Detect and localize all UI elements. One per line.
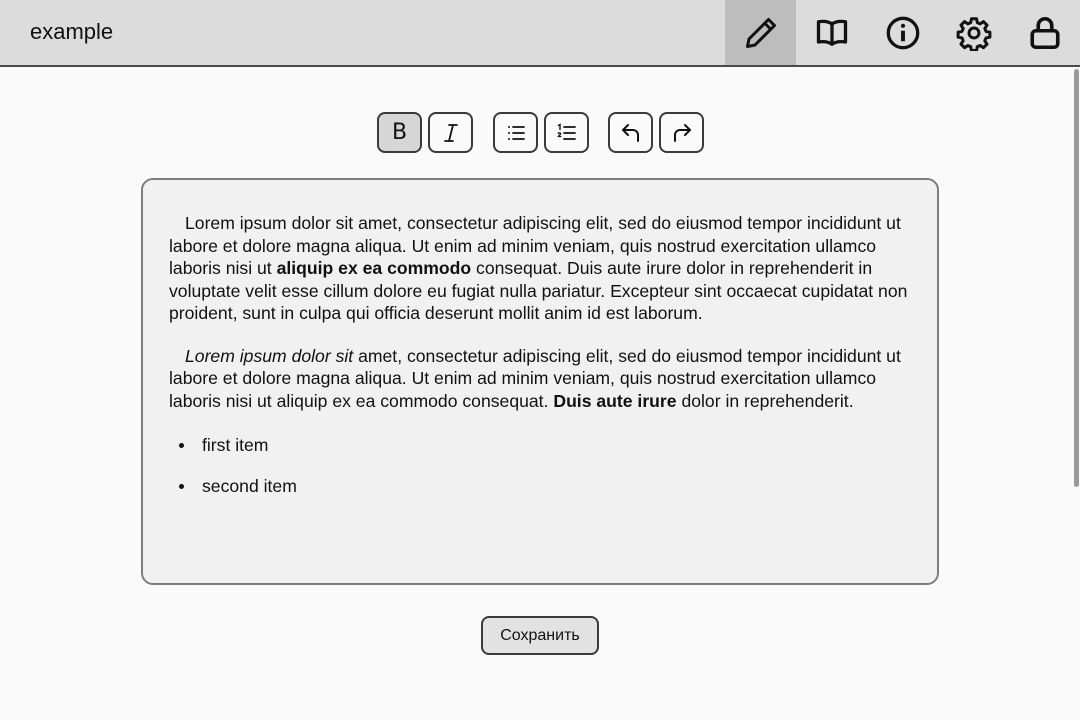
list-item: first item xyxy=(169,434,913,456)
italic-button[interactable] xyxy=(428,112,473,153)
editor-paragraph: Lorem ipsum dolor sit amet, consectetur … xyxy=(169,345,913,413)
paragraph-text: dolor in reprehenderit. xyxy=(676,390,854,411)
bold-text: aliquip ex ea commodo xyxy=(276,258,472,278)
gear-icon xyxy=(956,16,991,51)
text-editor[interactable]: Lorem ipsum dolor sit amet, consectetur … xyxy=(141,178,939,585)
edit-tab[interactable] xyxy=(725,0,796,65)
app-title: example xyxy=(30,19,114,44)
bullet-list-button[interactable] xyxy=(493,112,538,153)
info-tab[interactable] xyxy=(867,0,938,65)
italic-text: Lorem ipsum dolor sit xyxy=(185,345,354,366)
lock-icon xyxy=(1029,16,1060,49)
top-nav xyxy=(725,0,1080,65)
lock-tab[interactable] xyxy=(1009,0,1080,65)
info-icon xyxy=(886,16,919,49)
pencil-icon xyxy=(745,17,776,48)
redo-icon xyxy=(673,123,691,142)
scrollbar[interactable] xyxy=(1072,67,1080,720)
bold-button[interactable]: B xyxy=(377,112,422,153)
bold-text: Duis aute irure xyxy=(553,390,677,411)
settings-tab[interactable] xyxy=(938,0,1009,65)
editor-paragraph: Lorem ipsum dolor sit amet, consectetur … xyxy=(169,212,913,325)
bold-icon: B xyxy=(391,120,408,145)
bullet-list-icon xyxy=(507,125,525,140)
redo-button[interactable] xyxy=(659,112,704,153)
numbered-list-button[interactable] xyxy=(544,112,589,153)
list-item: second item xyxy=(169,475,913,497)
read-tab[interactable] xyxy=(796,0,867,65)
bullet-list: first item second item xyxy=(169,434,913,497)
italic-icon xyxy=(443,123,458,142)
book-icon xyxy=(816,19,847,46)
undo-button[interactable] xyxy=(608,112,653,153)
undo-icon xyxy=(621,123,639,142)
save-button[interactable]: Сохранить xyxy=(481,616,599,655)
top-bar: example xyxy=(0,0,1080,67)
numbered-list-icon xyxy=(557,122,576,140)
format-toolbar: B xyxy=(0,112,1080,154)
